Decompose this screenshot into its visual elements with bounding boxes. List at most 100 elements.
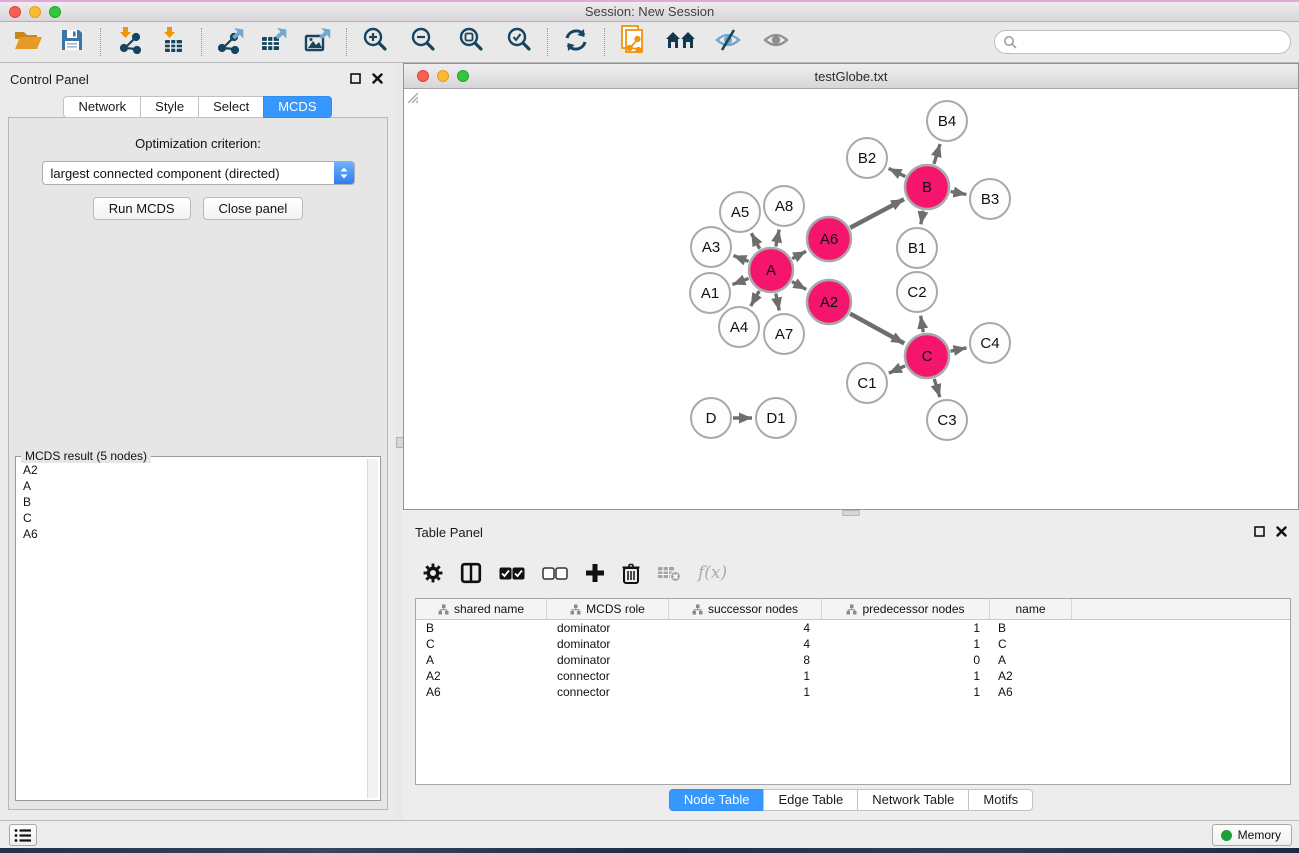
tab-mcds[interactable]: MCDS [263,96,331,118]
application-window: Session: New Session [0,0,1299,853]
network-node-C[interactable]: C [905,334,949,378]
optimization-criterion-select[interactable]: largest connected component (directed) [42,161,355,185]
zoom-out-button[interactable] [405,25,441,59]
tab-motifs[interactable]: Motifs [968,789,1033,811]
column-header-predecessor-nodes[interactable]: predecessor nodes [822,599,990,619]
task-history-button[interactable] [9,824,37,846]
show-column-button[interactable] [460,562,482,584]
network-edge-A-A3[interactable] [733,256,748,262]
network-node-A5[interactable]: A5 [720,192,760,232]
network-edge-A-A8[interactable] [776,230,779,247]
network-node-A2[interactable]: A2 [807,280,851,324]
table-row[interactable]: A6connector11A6 [416,684,1290,700]
window-resize-grip[interactable] [404,89,418,103]
network-node-B2[interactable]: B2 [847,138,887,178]
network-edge-A-A1[interactable] [732,278,748,284]
network-edge-A2-C[interactable] [850,314,904,344]
home-view-button[interactable] [663,25,699,59]
network-node-A[interactable]: A [749,248,793,292]
table-settings-button[interactable] [423,563,443,583]
network-node-A1[interactable]: A1 [690,273,730,313]
network-edge-A-A5[interactable] [751,233,759,249]
network-edge-A-A2[interactable] [792,282,806,290]
export-image-button[interactable] [300,25,336,59]
search-input[interactable] [1017,32,1290,52]
network-node-C4[interactable]: C4 [970,323,1010,363]
tab-select[interactable]: Select [198,96,264,118]
refresh-icon [563,27,589,58]
network-node-C2[interactable]: C2 [897,272,937,312]
network-node-D[interactable]: D [691,398,731,438]
network-edge-A6-B[interactable] [850,199,904,228]
select-all-button[interactable] [499,567,525,580]
tab-node-table[interactable]: Node Table [669,789,765,811]
tab-edge-table[interactable]: Edge Table [763,789,858,811]
network-edge-C-C4[interactable] [951,348,967,351]
column-header-MCDS-role[interactable]: MCDS role [547,599,669,619]
delete-column-button[interactable] [622,563,640,584]
new-session-from-network-button[interactable] [615,25,651,59]
table-row[interactable]: Adominator80A [416,652,1290,668]
network-edge-A-A6[interactable] [792,251,806,258]
deselect-all-button[interactable] [542,567,568,580]
table-row[interactable]: A2connector11A2 [416,668,1290,684]
column-header-successor-nodes[interactable]: successor nodes [669,599,822,619]
network-node-A3[interactable]: A3 [691,227,731,267]
import-network-button[interactable] [111,25,147,59]
network-edge-B-B4[interactable] [934,144,940,164]
hide-selected-button[interactable] [711,25,747,59]
table-row[interactable]: Bdominator41B [416,620,1290,636]
float-panel-icon[interactable] [350,73,361,84]
network-edge-C-C3[interactable] [934,379,940,397]
network-node-B3[interactable]: B3 [970,179,1010,219]
column-header-name[interactable]: name [990,599,1072,619]
import-table-button[interactable] [155,25,191,59]
network-edge-B-B2[interactable] [889,168,906,176]
network-edge-C-C2[interactable] [921,316,924,333]
float-table-panel-icon[interactable] [1254,526,1265,537]
table-row[interactable]: Cdominator41C [416,636,1290,652]
tab-style[interactable]: Style [140,96,199,118]
network-node-B4[interactable]: B4 [927,101,967,141]
close-table-panel-icon[interactable] [1276,526,1287,537]
tab-network[interactable]: Network [63,96,141,118]
export-table-button[interactable] [256,25,292,59]
show-all-button[interactable] [759,25,795,59]
svg-text:B: B [922,179,932,196]
network-window-titlebar[interactable]: testGlobe.txt [404,64,1298,89]
zoom-selected-button[interactable] [501,25,537,59]
network-edge-C-C1[interactable] [889,366,905,373]
network-node-B[interactable]: B [905,165,949,209]
mcds-result-list[interactable]: A2ABCA6 [18,459,367,798]
run-mcds-button[interactable]: Run MCDS [93,197,191,220]
network-edge-A-A4[interactable] [751,291,760,306]
network-node-B1[interactable]: B1 [897,228,937,268]
open-session-button[interactable] [10,25,46,59]
network-edge-B-B1[interactable] [921,211,923,225]
close-panel-icon[interactable] [372,73,383,84]
network-edge-B-B3[interactable] [951,191,967,194]
tab-network-table[interactable]: Network Table [857,789,969,811]
network-node-A8[interactable]: A8 [764,186,804,226]
network-node-C1[interactable]: C1 [847,363,887,403]
network-node-A6[interactable]: A6 [807,217,851,261]
network-canvas[interactable]: A A1 A2 A3 A4 A5 A6 A7 A8 B B1 B2 B3B4 C C1 C2 C3C4 D D1 [404,89,1298,509]
mcds-tab-content: Optimization criterion: largest connecte… [8,117,388,810]
memory-button[interactable]: Memory [1212,824,1292,846]
add-column-button[interactable] [585,563,605,583]
network-node-A4[interactable]: A4 [719,307,759,347]
network-node-C3[interactable]: C3 [927,400,967,440]
table-cell: 1 [669,685,822,699]
export-network-button[interactable] [212,25,248,59]
zoom-in-button[interactable] [357,25,393,59]
column-header-shared-name[interactable]: shared name [416,599,547,619]
save-session-button[interactable] [54,25,90,59]
mcds-result-item: C [18,510,367,526]
network-node-A7[interactable]: A7 [764,314,804,354]
network-edge-A-A7[interactable] [776,294,779,311]
result-list-scrollbar[interactable] [367,459,378,798]
zoom-fit-button[interactable] [453,25,489,59]
refresh-view-button[interactable] [558,25,594,59]
network-node-D1[interactable]: D1 [756,398,796,438]
close-panel-button[interactable]: Close panel [203,197,304,220]
